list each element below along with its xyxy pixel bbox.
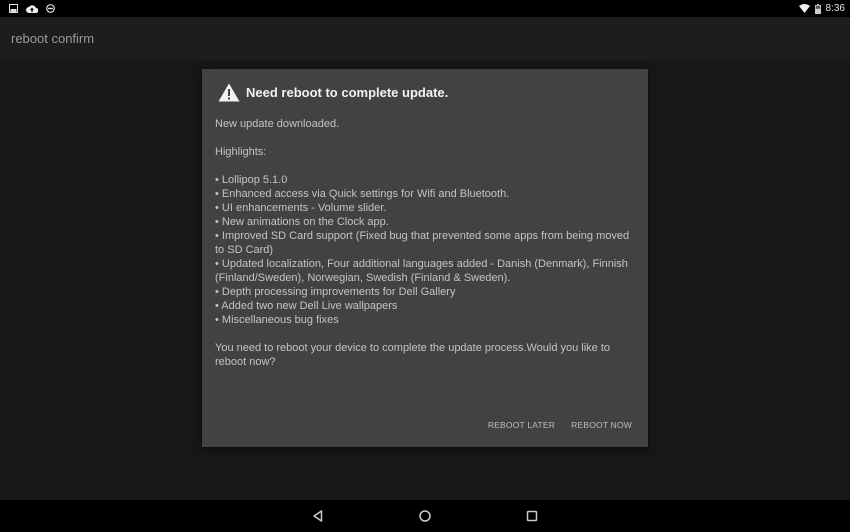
highlight-item: • UI enhancements - Volume slider. bbox=[215, 202, 387, 214]
home-icon[interactable] bbox=[418, 509, 432, 523]
clock: 8:36 bbox=[825, 3, 845, 14]
reboot-now-button[interactable]: REBOOT NOW bbox=[571, 420, 632, 430]
highlight-item: • New animations on the Clock app. bbox=[215, 216, 389, 228]
dialog-title-row: Need reboot to complete update. bbox=[218, 83, 448, 102]
highlight-item: • Depth processing improvements for Dell… bbox=[215, 286, 456, 298]
highlight-item: • Updated localization, Four additional … bbox=[215, 258, 628, 284]
dialog-message: New update downloaded. Highlights: • Lol… bbox=[215, 117, 635, 369]
reboot-dialog: Need reboot to complete update. New upda… bbox=[202, 69, 648, 447]
do-not-disturb-icon bbox=[46, 4, 55, 13]
highlight-item: • Enhanced access via Quick settings for… bbox=[215, 188, 510, 200]
app-bar: reboot confirm bbox=[0, 17, 850, 60]
intro-text: New update downloaded. bbox=[215, 118, 340, 130]
highlight-item: • Added two new Dell Live wallpapers bbox=[215, 300, 398, 312]
question-text: You need to reboot your device to comple… bbox=[215, 342, 611, 368]
highlight-item: • Lollipop 5.1.0 bbox=[215, 174, 288, 186]
app-title: reboot confirm bbox=[11, 31, 95, 46]
highlight-item: • Miscellaneous bug fixes bbox=[215, 314, 339, 326]
highlight-item: • Improved SD Card support (Fixed bug th… bbox=[215, 230, 630, 256]
cloud-upload-icon bbox=[26, 5, 38, 13]
reboot-later-button[interactable]: REBOOT LATER bbox=[488, 420, 555, 430]
highlights-label: Highlights: bbox=[215, 146, 267, 158]
back-icon[interactable] bbox=[311, 509, 325, 523]
status-bar: 8:36 bbox=[0, 0, 850, 17]
dialog-title: Need reboot to complete update. bbox=[246, 85, 449, 100]
recents-icon[interactable] bbox=[525, 509, 539, 523]
wifi-icon bbox=[798, 4, 810, 13]
battery-icon bbox=[814, 3, 821, 14]
navigation-bar bbox=[0, 500, 850, 532]
dialog-actions: REBOOT LATER REBOOT NOW bbox=[488, 420, 632, 430]
warning-icon bbox=[218, 83, 240, 102]
gallery-icon bbox=[9, 4, 18, 13]
